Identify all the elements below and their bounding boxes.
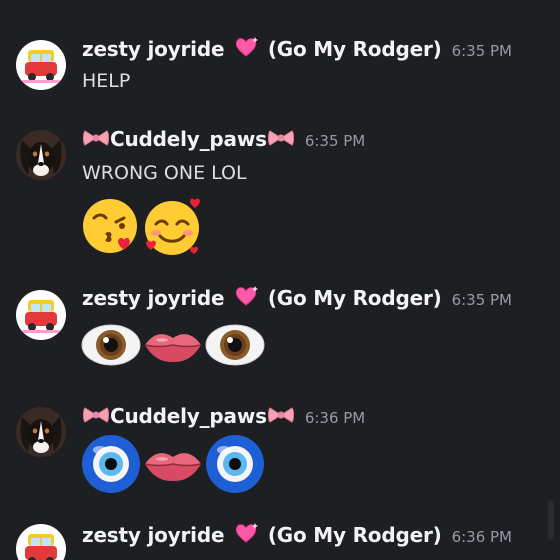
username[interactable]: Cuddely_paws xyxy=(82,404,295,428)
ribbon-icon xyxy=(82,127,110,149)
message-header: zesty joyride (Go My Rodger) 6:36 PM xyxy=(82,522,512,550)
avatar[interactable] xyxy=(16,407,66,457)
message-text: HELP xyxy=(82,70,131,92)
username-suffix: (Go My Rodger) xyxy=(267,523,442,547)
emoji-row xyxy=(80,433,266,497)
ribbon-icon xyxy=(82,404,110,426)
timestamp[interactable]: 6:35 PM xyxy=(452,42,512,60)
username-text: Cuddely_paws xyxy=(110,404,267,428)
chat-message-list: zesty joyride (Go My Rodger) 6:35 PM HEL… xyxy=(0,0,560,560)
avatar[interactable] xyxy=(16,40,66,90)
avatar[interactable] xyxy=(16,524,66,560)
scrollbar-thumb[interactable] xyxy=(548,500,554,540)
sparkling-heart-icon xyxy=(233,36,259,58)
eye-icon[interactable] xyxy=(204,314,266,376)
sparkling-heart-icon xyxy=(233,285,259,307)
ribbon-icon xyxy=(267,404,295,426)
kissing-face-with-heart-icon[interactable] xyxy=(80,196,142,258)
timestamp[interactable]: 6:36 PM xyxy=(452,528,512,546)
message-text: WRONG ONE LOL xyxy=(82,162,247,184)
nazar-amulet-icon[interactable] xyxy=(80,433,142,495)
username-suffix: (Go My Rodger) xyxy=(267,286,442,310)
timestamp[interactable]: 6:36 PM xyxy=(305,409,365,427)
username-text: zesty joyride xyxy=(82,37,225,61)
dog-avatar-icon xyxy=(16,130,66,180)
message-header: zesty joyride (Go My Rodger) 6:35 PM xyxy=(82,36,512,64)
ribbon-icon xyxy=(267,127,295,149)
emoji-row xyxy=(80,314,266,378)
username-text: zesty joyride xyxy=(82,523,225,547)
username-suffix: (Go My Rodger) xyxy=(267,37,442,61)
toy-car-avatar-icon xyxy=(16,524,66,560)
message-header: zesty joyride (Go My Rodger) 6:35 PM xyxy=(82,285,512,313)
smiling-face-with-hearts-icon[interactable] xyxy=(142,196,204,258)
sparkling-heart-icon xyxy=(233,522,259,544)
emoji-row xyxy=(80,196,204,260)
avatar[interactable] xyxy=(16,130,66,180)
toy-car-avatar-icon xyxy=(16,40,66,90)
lips-icon[interactable] xyxy=(142,433,204,495)
username-text: Cuddely_paws xyxy=(110,127,267,151)
toy-car-avatar-icon xyxy=(16,290,66,340)
username[interactable]: zesty joyride (Go My Rodger) xyxy=(82,522,442,547)
timestamp[interactable]: 6:35 PM xyxy=(452,291,512,309)
username[interactable]: Cuddely_paws xyxy=(82,127,295,151)
username-text: zesty joyride xyxy=(82,286,225,310)
eye-icon[interactable] xyxy=(80,314,142,376)
dog-avatar-icon xyxy=(16,407,66,457)
lips-icon[interactable] xyxy=(142,314,204,376)
message-header: Cuddely_paws 6:35 PM xyxy=(82,127,365,155)
nazar-amulet-icon[interactable] xyxy=(204,433,266,495)
username[interactable]: zesty joyride (Go My Rodger) xyxy=(82,36,442,61)
username[interactable]: zesty joyride (Go My Rodger) xyxy=(82,285,442,310)
message-header: Cuddely_paws 6:36 PM xyxy=(82,404,365,432)
avatar[interactable] xyxy=(16,290,66,340)
timestamp[interactable]: 6:35 PM xyxy=(305,132,365,150)
